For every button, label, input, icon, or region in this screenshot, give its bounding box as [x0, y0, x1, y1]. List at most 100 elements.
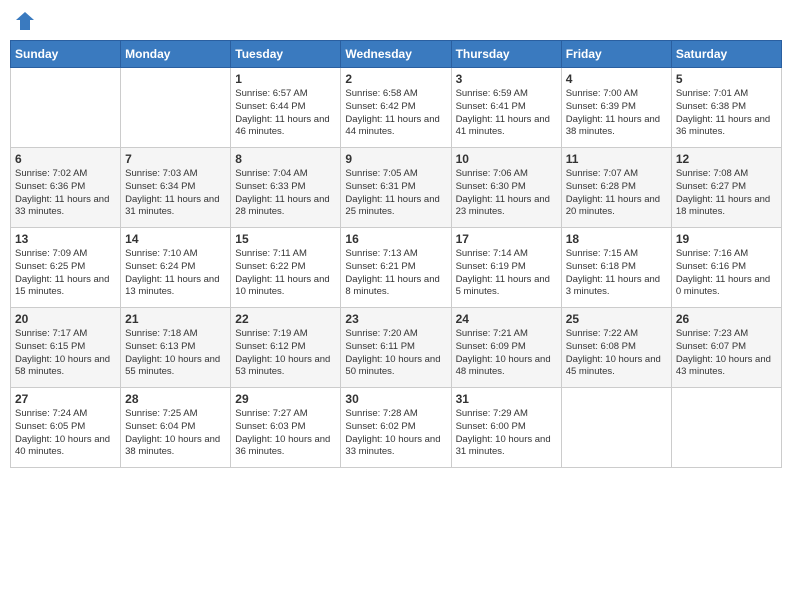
day-number: 21: [125, 312, 226, 326]
day-info: Sunrise: 7:24 AMSunset: 6:05 PMDaylight:…: [15, 408, 116, 459]
day-number: 4: [566, 72, 667, 86]
day-number: 29: [235, 392, 336, 406]
day-info: Sunrise: 7:02 AMSunset: 6:36 PMDaylight:…: [15, 168, 116, 219]
day-info: Sunrise: 7:29 AMSunset: 6:00 PMDaylight:…: [456, 408, 557, 459]
calendar-cell: 22 Sunrise: 7:19 AMSunset: 6:12 PMDayligh…: [231, 308, 341, 388]
day-info: Sunrise: 7:10 AMSunset: 6:24 PMDaylight:…: [125, 248, 226, 299]
calendar-cell: 17 Sunrise: 7:14 AMSunset: 6:19 PMDayligh…: [451, 228, 561, 308]
calendar-header-row: SundayMondayTuesdayWednesdayThursdayFrid…: [11, 41, 782, 68]
day-info: Sunrise: 7:04 AMSunset: 6:33 PMDaylight:…: [235, 168, 336, 219]
logo-icon: [14, 10, 36, 32]
day-number: 14: [125, 232, 226, 246]
day-number: 25: [566, 312, 667, 326]
day-info: Sunrise: 7:18 AMSunset: 6:13 PMDaylight:…: [125, 328, 226, 379]
day-info: Sunrise: 6:59 AMSunset: 6:41 PMDaylight:…: [456, 88, 557, 139]
calendar-cell: 20Sunrise: 7:17 AMSunset: 6:15 PMDayligh…: [11, 308, 121, 388]
day-info: Sunrise: 7:23 AMSunset: 6:07 PMDaylight:…: [676, 328, 777, 379]
calendar-cell: 2Sunrise: 6:58 AMSunset: 6:42 PMDaylight…: [341, 68, 451, 148]
day-info: Sunrise: 7:09 AMSunset: 6:25 PMDaylight:…: [15, 248, 116, 299]
calendar-cell: 6 Sunrise: 7:02 AMSunset: 6:36 PMDaylight…: [11, 148, 121, 228]
calendar-day-header: Monday: [121, 41, 231, 68]
day-number: 18: [566, 232, 667, 246]
calendar-cell: 28Sunrise: 7:25 AMSunset: 6:04 PMDayligh…: [121, 388, 231, 468]
calendar-cell: 26 Sunrise: 7:23 AMSunset: 6:07 PMDayligh…: [671, 308, 781, 388]
day-number: 6: [15, 152, 116, 166]
day-info: Sunrise: 7:15 AMSunset: 6:18 PMDaylight:…: [566, 248, 667, 299]
calendar-day-header: Friday: [561, 41, 671, 68]
day-number: 17: [456, 232, 557, 246]
day-info: Sunrise: 7:21 AMSunset: 6:09 PMDaylight:…: [456, 328, 557, 379]
day-info: Sunrise: 7:01 AMSunset: 6:38 PMDaylight:…: [676, 88, 777, 139]
calendar-cell: 14 Sunrise: 7:10 AMSunset: 6:24 PMDayligh…: [121, 228, 231, 308]
day-info: Sunrise: 7:20 AMSunset: 6:11 PMDaylight:…: [345, 328, 446, 379]
calendar-week-row: 27 Sunrise: 7:24 AMSunset: 6:05 PMDayligh…: [11, 388, 782, 468]
day-info: Sunrise: 7:27 AMSunset: 6:03 PMDaylight:…: [235, 408, 336, 459]
day-number: 16: [345, 232, 446, 246]
calendar-cell: 24 Sunrise: 7:21 AMSunset: 6:09 PMDayligh…: [451, 308, 561, 388]
calendar-cell: 12 Sunrise: 7:08 AMSunset: 6:27 PMDayligh…: [671, 148, 781, 228]
day-number: 24: [456, 312, 557, 326]
calendar-week-row: 6 Sunrise: 7:02 AMSunset: 6:36 PMDaylight…: [11, 148, 782, 228]
calendar-cell: 8 Sunrise: 7:04 AMSunset: 6:33 PMDaylight…: [231, 148, 341, 228]
calendar-day-header: Saturday: [671, 41, 781, 68]
day-number: 28: [125, 392, 226, 406]
day-info: Sunrise: 7:07 AMSunset: 6:28 PMDaylight:…: [566, 168, 667, 219]
calendar-cell: 29 Sunrise: 7:27 AMSunset: 6:03 PMDayligh…: [231, 388, 341, 468]
day-number: 27: [15, 392, 116, 406]
calendar-cell: 1 Sunrise: 6:57 AMSunset: 6:44 PMDaylight…: [231, 68, 341, 148]
calendar-cell: 18 Sunrise: 7:15 AMSunset: 6:18 PMDayligh…: [561, 228, 671, 308]
calendar-cell: 5 Sunrise: 7:01 AMSunset: 6:38 PMDaylight…: [671, 68, 781, 148]
day-info: Sunrise: 7:22 AMSunset: 6:08 PMDaylight:…: [566, 328, 667, 379]
calendar-day-header: Tuesday: [231, 41, 341, 68]
calendar-cell: 3 Sunrise: 6:59 AMSunset: 6:41 PMDaylight…: [451, 68, 561, 148]
day-number: 11: [566, 152, 667, 166]
day-info: Sunrise: 7:19 AMSunset: 6:12 PMDaylight:…: [235, 328, 336, 379]
day-number: 31: [456, 392, 557, 406]
calendar-day-header: Wednesday: [341, 41, 451, 68]
calendar-cell: [671, 388, 781, 468]
day-info: Sunrise: 7:08 AMSunset: 6:27 PMDaylight:…: [676, 168, 777, 219]
day-info: Sunrise: 7:00 AMSunset: 6:39 PMDaylight:…: [566, 88, 667, 139]
day-info: Sunrise: 6:57 AMSunset: 6:44 PMDaylight:…: [235, 88, 336, 139]
day-number: 13: [15, 232, 116, 246]
calendar-cell: 11 Sunrise: 7:07 AMSunset: 6:28 PMDayligh…: [561, 148, 671, 228]
calendar-cell: [561, 388, 671, 468]
calendar-day-header: Thursday: [451, 41, 561, 68]
calendar-cell: 25 Sunrise: 7:22 AMSunset: 6:08 PMDayligh…: [561, 308, 671, 388]
day-number: 3: [456, 72, 557, 86]
day-number: 23: [345, 312, 446, 326]
calendar-cell: 4 Sunrise: 7:00 AMSunset: 6:39 PMDaylight…: [561, 68, 671, 148]
day-info: Sunrise: 7:17 AMSunset: 6:15 PMDaylight:…: [15, 328, 116, 379]
day-number: 7: [125, 152, 226, 166]
calendar-cell: 15Sunrise: 7:11 AMSunset: 6:22 PMDayligh…: [231, 228, 341, 308]
day-info: Sunrise: 7:05 AMSunset: 6:31 PMDaylight:…: [345, 168, 446, 219]
calendar-cell: 23 Sunrise: 7:20 AMSunset: 6:11 PMDayligh…: [341, 308, 451, 388]
calendar-cell: [121, 68, 231, 148]
day-number: 1: [235, 72, 336, 86]
logo: [14, 10, 38, 32]
calendar-cell: 21 Sunrise: 7:18 AMSunset: 6:13 PMDayligh…: [121, 308, 231, 388]
day-info: Sunrise: 7:13 AMSunset: 6:21 PMDaylight:…: [345, 248, 446, 299]
calendar-week-row: 13 Sunrise: 7:09 AMSunset: 6:25 PMDayligh…: [11, 228, 782, 308]
calendar-table: SundayMondayTuesdayWednesdayThursdayFrid…: [10, 40, 782, 468]
calendar-cell: 9Sunrise: 7:05 AMSunset: 6:31 PMDaylight…: [341, 148, 451, 228]
day-number: 10: [456, 152, 557, 166]
calendar-cell: 10 Sunrise: 7:06 AMSunset: 6:30 PMDayligh…: [451, 148, 561, 228]
day-number: 19: [676, 232, 777, 246]
day-number: 12: [676, 152, 777, 166]
calendar-cell: 19 Sunrise: 7:16 AMSunset: 6:16 PMDayligh…: [671, 228, 781, 308]
day-info: Sunrise: 7:28 AMSunset: 6:02 PMDaylight:…: [345, 408, 446, 459]
calendar-cell: 13 Sunrise: 7:09 AMSunset: 6:25 PMDayligh…: [11, 228, 121, 308]
day-number: 22: [235, 312, 336, 326]
day-number: 26: [676, 312, 777, 326]
day-info: Sunrise: 7:03 AMSunset: 6:34 PMDaylight:…: [125, 168, 226, 219]
day-number: 8: [235, 152, 336, 166]
day-info: Sunrise: 7:16 AMSunset: 6:16 PMDaylight:…: [676, 248, 777, 299]
day-info: Sunrise: 7:06 AMSunset: 6:30 PMDaylight:…: [456, 168, 557, 219]
day-info: Sunrise: 7:14 AMSunset: 6:19 PMDaylight:…: [456, 248, 557, 299]
calendar-cell: 30 Sunrise: 7:28 AMSunset: 6:02 PMDayligh…: [341, 388, 451, 468]
day-info: Sunrise: 6:58 AMSunset: 6:42 PMDaylight:…: [345, 88, 446, 139]
day-number: 5: [676, 72, 777, 86]
day-number: 30: [345, 392, 446, 406]
day-number: 15: [235, 232, 336, 246]
